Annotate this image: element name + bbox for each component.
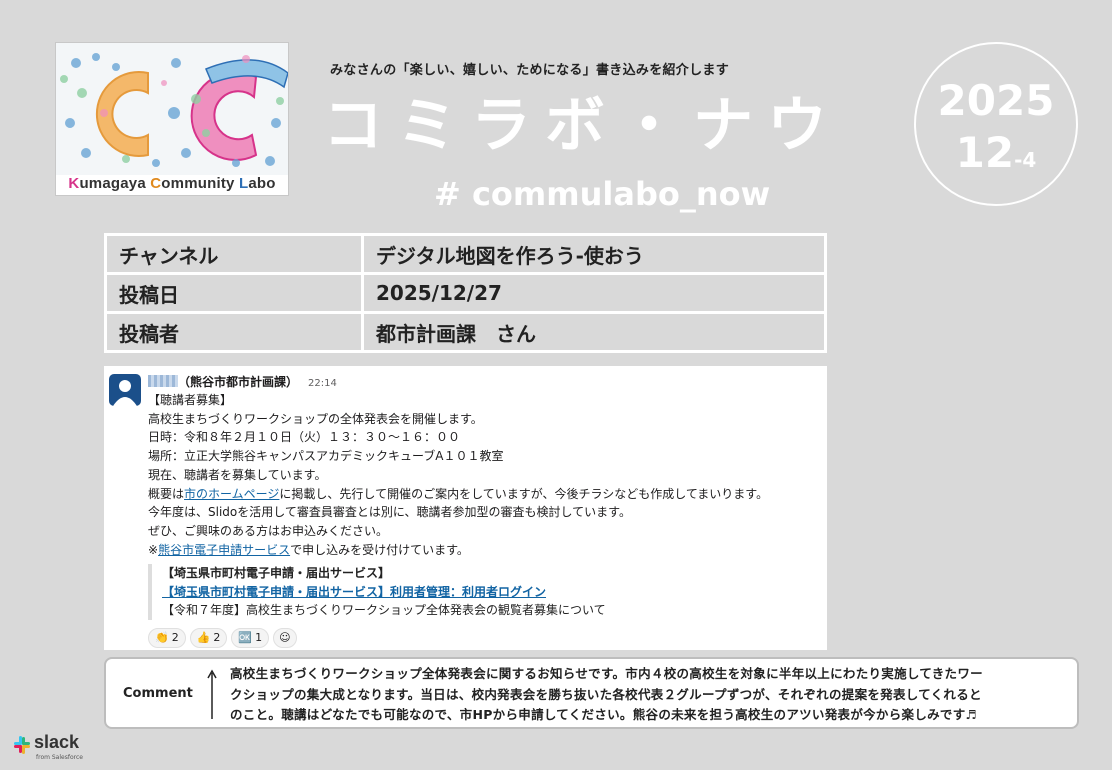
add-emoji-icon: ☺: [279, 631, 291, 644]
comment-line: クショップの集大成となります。当日は、校内発表会を勝ち抜いた各校代表２グループず…: [230, 686, 982, 702]
reaction-thumbsup[interactable]: 👍 2: [189, 628, 228, 648]
comment-text: 高校生まちづくりワークショップ全体発表会に関するお知らせです。市内４校の高校生を…: [230, 664, 1074, 726]
message-line: 【聴講者募集】: [148, 393, 233, 407]
preview-site-name: 【埼玉県市町村電子申請・届出サービス】: [162, 566, 391, 580]
slack-from-salesforce: from Salesforce: [36, 754, 83, 761]
message-header: （熊谷市都市計画課） 22:14: [148, 373, 337, 390]
hashtag: # commulabo_now: [434, 175, 771, 213]
author-org[interactable]: （熊谷市都市計画課）: [178, 375, 298, 389]
message-line: 場所：立正大学熊谷キャンパスアカデミックキューブA１０１教室: [148, 449, 504, 464]
thumbsup-emoji-icon: 👍: [196, 631, 211, 644]
comment-box: Comment 高校生まちづくりワークショップ全体発表会に関するお知らせです。市…: [104, 657, 1079, 729]
slack-logo: slack from Salesforce: [12, 732, 92, 767]
reaction-clap[interactable]: 👏 2: [148, 628, 186, 648]
message-line: ※熊谷市電子申請サービスで申し込みを受け付けています。: [148, 542, 469, 557]
slack-hash-icon: [14, 736, 30, 754]
channel-label: チャンネル: [104, 233, 364, 275]
link-preview: 【埼玉県市町村電子申請・届出サービス】 【埼玉県市町村電子申請・届出サービス】利…: [148, 564, 782, 621]
message-line: 今年度は、Slidoを活用して審査員審査とは別に、聴講者参加型の審査も検討してい…: [148, 505, 631, 520]
e-application-link[interactable]: 熊谷市電子申請サービス: [158, 543, 290, 557]
avatar-person-icon: [113, 380, 137, 406]
message-body: 【聴講者募集】 高校生まちづくりワークショップの全体発表会を開催します。 日時：…: [148, 391, 818, 559]
info-row-author: 投稿者 都市計画課 さん: [104, 311, 827, 353]
message-line: 日時：令和８年２月１０日（火）１３：３０〜１６：００: [148, 430, 461, 445]
message-line: 現在、聴講者を募集しています。: [148, 467, 327, 482]
info-row-date: 投稿日 2025/12/27: [104, 272, 827, 314]
redacted-name: [148, 375, 178, 387]
info-row-channel: チャンネル デジタル地図を作ろう-使おう: [104, 233, 827, 275]
date-badge: 2025 12-4: [914, 42, 1078, 206]
comment-line: 高校生まちづくりワークショップ全体発表会に関するお知らせです。市内４校の高校生を…: [230, 666, 983, 681]
date-month-issue: 12-4: [955, 128, 1037, 177]
message-line: 概要は市のホームページに掲載し、先行して開催のご案内をしていますが、今後チラシな…: [148, 486, 769, 501]
date-year: 2025: [937, 76, 1055, 125]
page-title: コミラボ・ナウ: [323, 91, 841, 161]
date-label: 投稿日: [104, 272, 364, 314]
arrow-up-icon: [207, 669, 217, 719]
slack-message: （熊谷市都市計画課） 22:14 【聴講者募集】 高校生まちづくりワークショップの…: [104, 366, 827, 650]
avatar[interactable]: [109, 374, 141, 406]
preview-description: 【令和７年度】高校生まちづくりワークショップ全体発表会の観覧者募集について: [162, 603, 606, 618]
preview-title-link[interactable]: 【埼玉県市町村電子申請・届出サービス】利用者管理：利用者ログイン: [162, 583, 782, 602]
kumagaya-community-labo-logo: Kumagaya Community Labo: [55, 42, 289, 196]
comment-line: のこと。聴講はどなたでも可能なので、市HPから申請してください。熊谷の未来を担う…: [230, 707, 978, 722]
author-value: 都市計画課 さん: [361, 311, 827, 353]
message-line: ぜひ、ご興味のある方はお申込みください。: [148, 523, 389, 538]
reaction-bar: 👏 2 👍 2 🆗 1 ☺: [148, 628, 301, 648]
logo-illustration: [56, 43, 288, 175]
comment-label: Comment: [123, 686, 193, 701]
add-reaction-button[interactable]: ☺: [273, 628, 297, 648]
slack-wordmark: slack: [34, 732, 80, 752]
logo-wordmark: Kumagaya Community Labo: [68, 175, 276, 192]
message-time[interactable]: 22:14: [308, 378, 337, 389]
reaction-ok[interactable]: 🆗 1: [231, 628, 270, 648]
clap-emoji-icon: 👏: [155, 631, 169, 644]
channel-value: デジタル地図を作ろう-使おう: [361, 233, 827, 275]
message-line: 高校生まちづくりワークショップの全体発表会を開催します。: [148, 411, 483, 426]
city-homepage-link[interactable]: 市のホームページ: [184, 487, 279, 501]
author-label: 投稿者: [104, 311, 364, 353]
date-value: 2025/12/27: [361, 272, 827, 314]
post-info-table: チャンネル デジタル地図を作ろう-使おう 投稿日 2025/12/27 投稿者 …: [104, 233, 827, 353]
ok-emoji-icon: 🆗: [238, 631, 253, 644]
header-subtitle: みなさんの「楽しい、嬉しい、ためになる」書き込みを紹介します: [330, 63, 730, 78]
